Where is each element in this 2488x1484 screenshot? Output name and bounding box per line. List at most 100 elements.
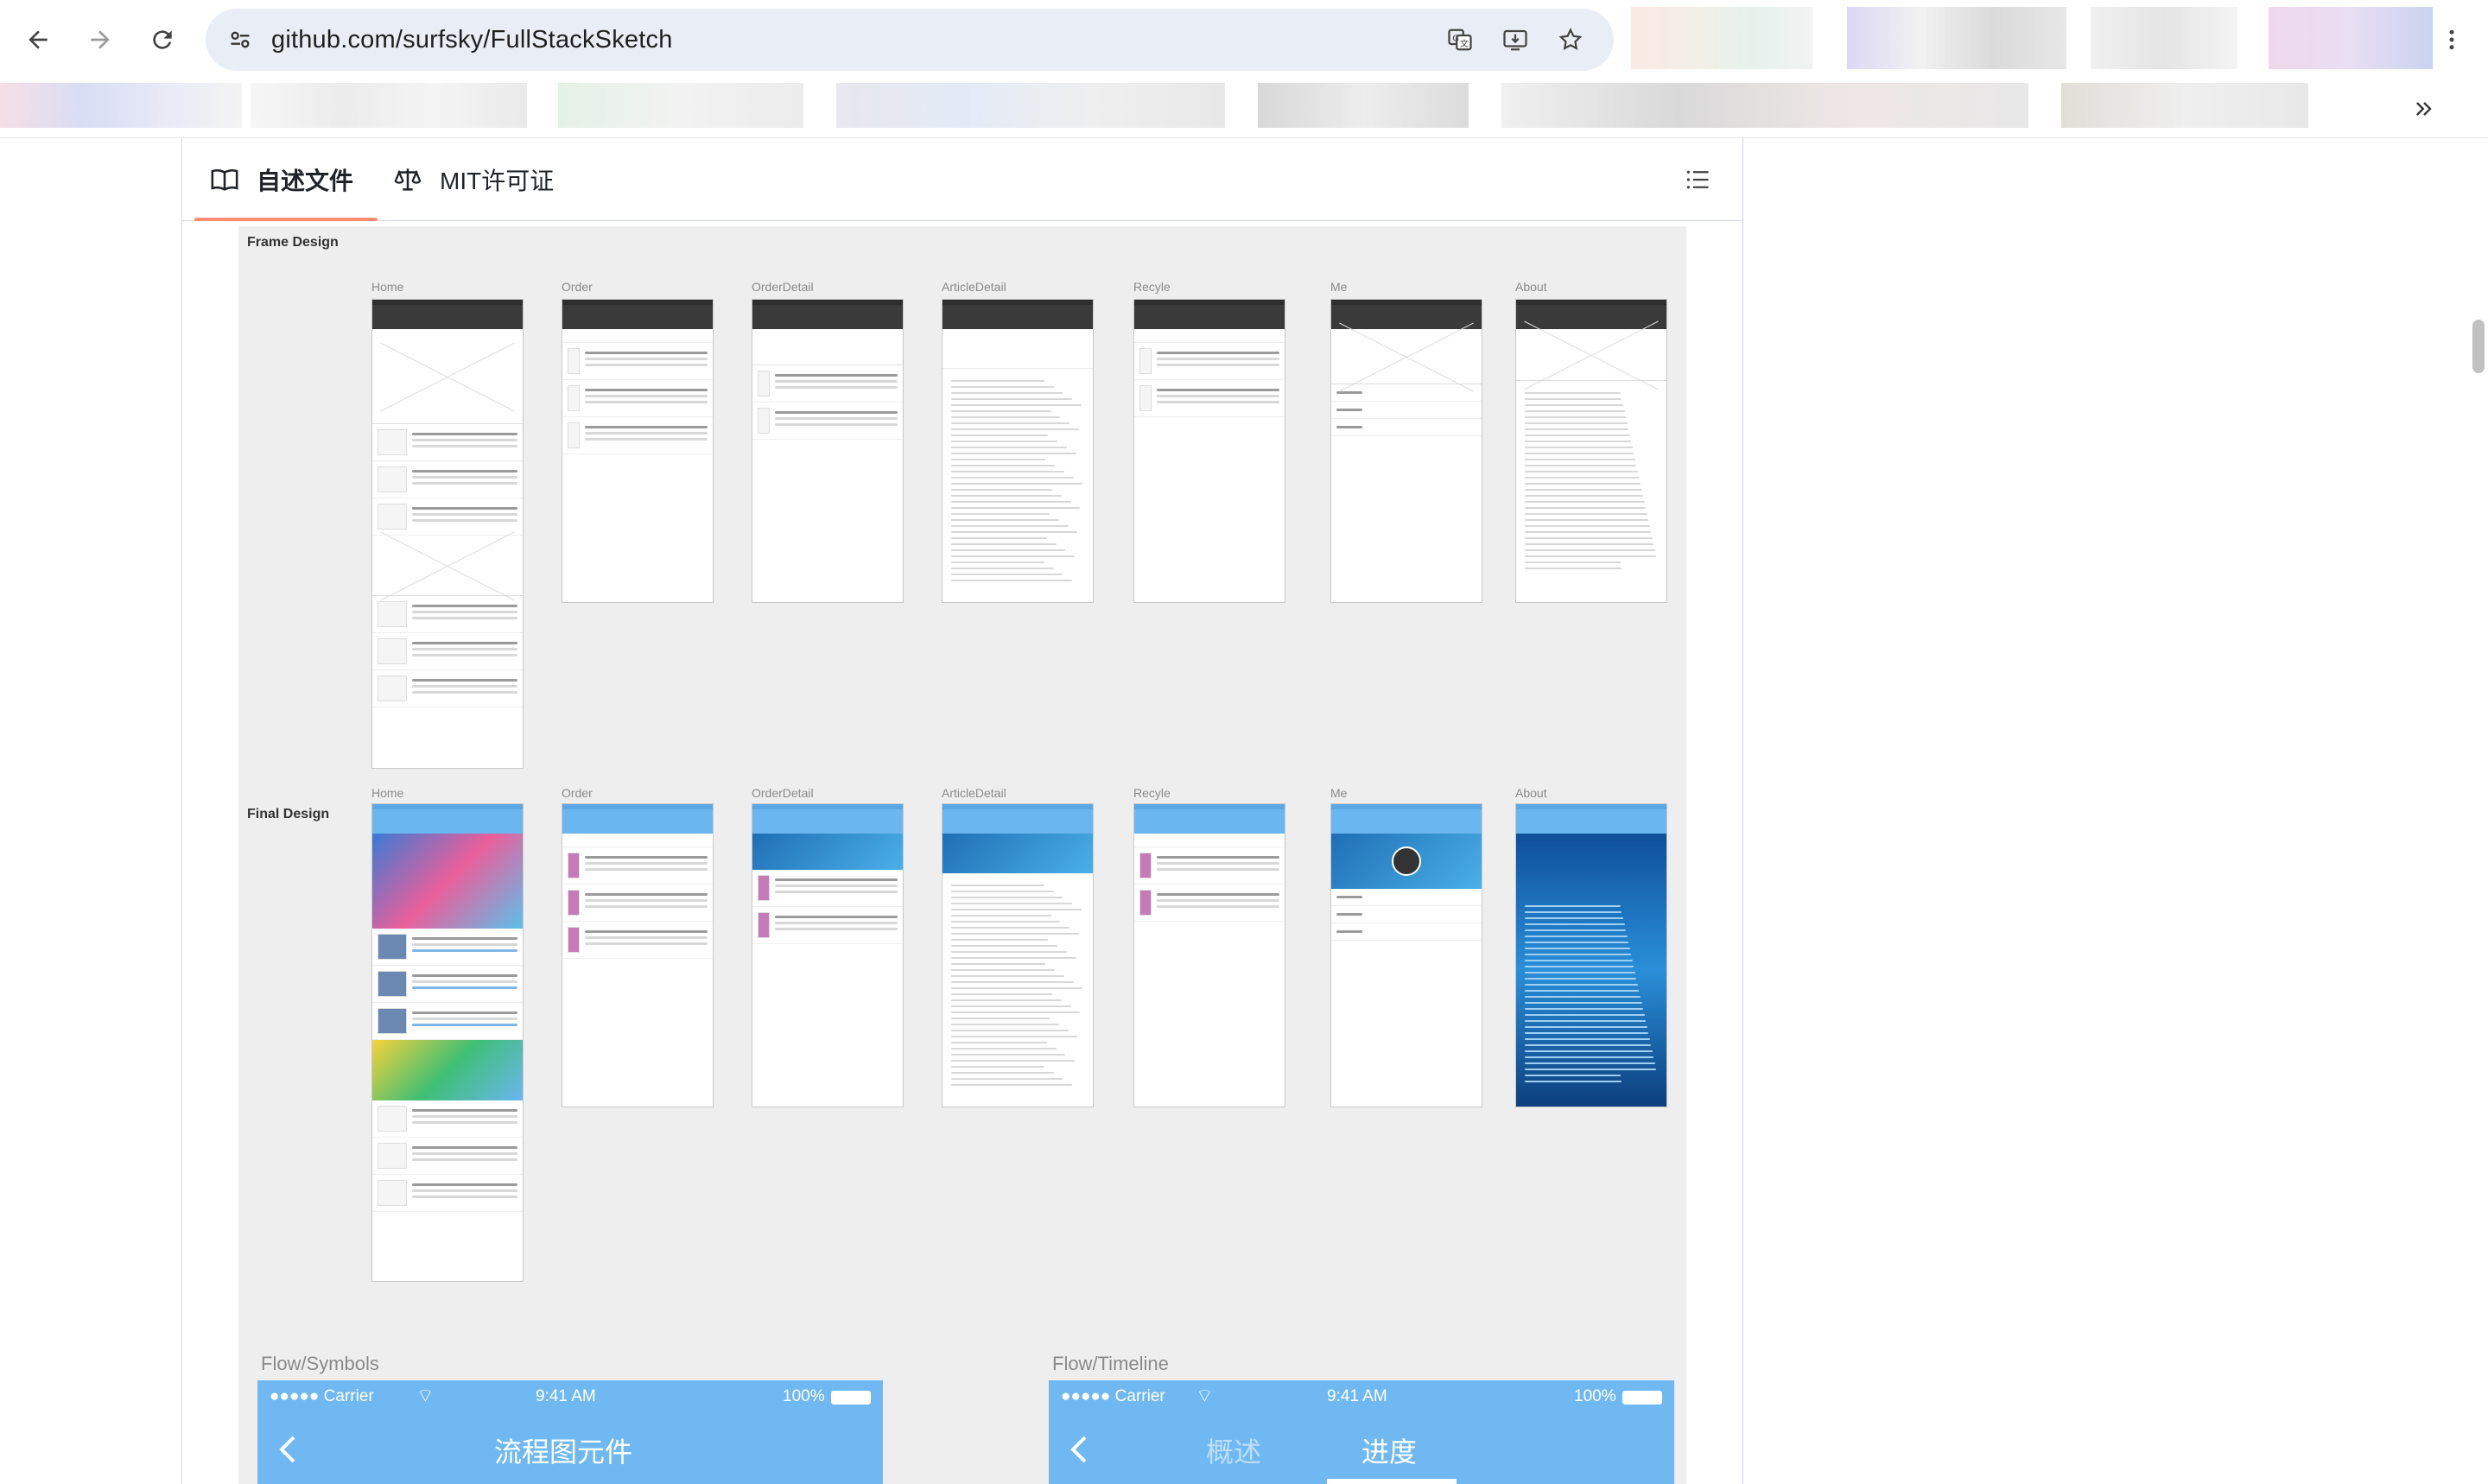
arrow-right-icon — [91, 30, 110, 49]
flow-tab-overview: 概述 — [1206, 1436, 1262, 1468]
screen-label: ArticleDetail — [942, 280, 1006, 294]
battery-icon — [831, 1391, 871, 1405]
frame-screen-mockup — [1515, 299, 1667, 603]
translate-button[interactable]: G 文 — [1441, 21, 1479, 59]
address-bar[interactable]: github.com/surfsky/FullStackSketch G 文 — [206, 9, 1614, 71]
bookmark-star-button[interactable] — [1552, 21, 1590, 59]
wifi-icon: ⌔ — [416, 1385, 435, 1406]
browser-toolbar: github.com/surfsky/FullStackSketch G 文 — [0, 0, 2488, 79]
law-scale-icon — [394, 168, 422, 191]
screen-label: Me — [1330, 280, 1348, 294]
profile-blurred[interactable] — [2269, 7, 2433, 69]
screen-label: Order — [562, 280, 593, 294]
status-bar: ●●●●● Carrier ⌔ 9:41 AM 100% — [1049, 1380, 1674, 1415]
screen-label: ArticleDetail — [942, 786, 1006, 800]
site-info-button[interactable] — [221, 21, 259, 59]
final-screen-mockup — [752, 803, 904, 1107]
svg-text:G: G — [1452, 34, 1459, 43]
screen-label: Home — [371, 786, 404, 800]
more-vertical-icon — [2449, 29, 2454, 50]
bookmark-item-blurred[interactable] — [558, 83, 803, 128]
outline-button[interactable] — [1679, 161, 1717, 199]
install-app-button[interactable] — [1496, 21, 1534, 59]
screen-label: About — [1515, 786, 1547, 800]
wifi-icon: ⌔ — [1196, 1385, 1214, 1406]
bookmark-item-blurred[interactable] — [1258, 83, 1469, 128]
bookmark-item-blurred[interactable] — [2061, 83, 2308, 128]
bookmark-item-blurred[interactable] — [836, 83, 1225, 128]
extension-icons-blurred[interactable] — [1631, 7, 1812, 69]
flow-timeline-label: Flow/Timeline — [1052, 1353, 1169, 1374]
browser-menu-button[interactable] — [2433, 21, 2471, 59]
screen-label: Order — [562, 786, 593, 800]
battery-icon — [1622, 1391, 1662, 1405]
flow-title: 流程图元件 — [494, 1436, 633, 1468]
book-icon — [211, 168, 238, 191]
arrow-left-icon — [29, 30, 48, 49]
battery-text: 100% — [783, 1387, 825, 1405]
final-screen-mockup — [942, 803, 1094, 1107]
frame-screen-mockup — [752, 299, 904, 603]
screen-label: About — [1515, 280, 1547, 294]
page-scrollbar-thumb[interactable] — [2472, 320, 2485, 373]
active-tab-indicator — [194, 218, 378, 221]
screen-label: OrderDetail — [752, 280, 814, 294]
bookmark-item-blurred[interactable] — [1501, 83, 2028, 128]
reload-icon — [153, 30, 172, 49]
svg-text:文: 文 — [1460, 38, 1469, 49]
final-screen-mockup — [1515, 803, 1667, 1107]
battery-text: 100% — [1574, 1387, 1616, 1405]
screen-label: Recyle — [1133, 786, 1171, 800]
back-button[interactable] — [16, 17, 60, 62]
frame-screen-mockup — [942, 299, 1094, 603]
tab-readme-label: 自述文件 — [257, 168, 354, 194]
readme-tabbar: 自述文件 MIT许可证 — [182, 138, 1742, 221]
list-unordered-icon — [1686, 170, 1709, 189]
bookmark-item-blurred[interactable] — [251, 83, 527, 128]
final-screen-mockup — [1330, 803, 1482, 1107]
bookmarks-overflow-button[interactable] — [2407, 92, 2441, 126]
flow-symbols-phone: ●●●●● Carrier ⌔ 9:41 AM 100% 流程图元件 — [257, 1380, 883, 1484]
star-icon — [1558, 28, 1583, 50]
bookmarks-bar — [0, 79, 2488, 138]
forward-button[interactable] — [78, 17, 123, 62]
final-screen-mockup — [562, 803, 714, 1107]
screen-label: Home — [371, 280, 404, 294]
chevron-left-icon — [279, 1436, 295, 1463]
flow-tab-progress: 进度 — [1361, 1436, 1418, 1468]
flow-timeline-phone: ●●●●● Carrier ⌔ 9:41 AM 100% 概述 进度 — [1049, 1380, 1674, 1484]
tab-license[interactable]: MIT许可证 — [393, 138, 554, 221]
final-screen-mockup — [1133, 803, 1285, 1107]
flow-panels-area: Flow/Symbols Flow/Timeline ●●●●● Carrier… — [238, 1339, 1686, 1484]
flow-symbols-label: Flow/Symbols — [261, 1353, 379, 1374]
carrier-text: ●●●●● Carrier — [1061, 1387, 1165, 1405]
translate-icon: G 文 — [1448, 29, 1472, 51]
flow-navbar: 流程图元件 — [257, 1415, 883, 1484]
chevron-left-icon — [1070, 1436, 1087, 1463]
page-content: 自述文件 MIT许可证 Frame Design Final Design Ho… — [0, 138, 2488, 1484]
frame-screen-mockup — [562, 299, 714, 603]
tab-readme[interactable]: 自述文件 — [210, 138, 353, 221]
status-bar: ●●●●● Carrier ⌔ 9:41 AM 100% — [257, 1380, 883, 1415]
final-screen-mockup — [371, 803, 524, 1282]
final-design-label: Final Design — [247, 807, 330, 821]
carrier-text: ●●●●● Carrier — [270, 1387, 374, 1405]
bookmark-item-blurred[interactable] — [0, 83, 242, 128]
reload-button[interactable] — [140, 17, 185, 62]
extension-icons-blurred[interactable] — [2091, 7, 2237, 69]
screen-label: OrderDetail — [752, 786, 814, 800]
frame-screen-mockup — [1133, 299, 1285, 603]
screen-label: Me — [1330, 786, 1348, 800]
extension-icons-blurred[interactable] — [1847, 7, 2066, 69]
time-text: 9:41 AM — [536, 1387, 596, 1405]
flow-tab-indicator — [1327, 1479, 1457, 1484]
frame-screen-mockup — [371, 299, 524, 769]
frame-design-label: Frame Design — [247, 235, 339, 250]
tab-license-label: MIT许可证 — [440, 168, 555, 194]
tune-icon — [231, 31, 250, 48]
install-icon — [1503, 29, 1527, 51]
design-overview-image: Frame Design Final Design Home Order Order… — [238, 226, 1686, 1467]
time-text: 9:41 AM — [1327, 1387, 1387, 1405]
flow-navbar: 概述 进度 — [1049, 1415, 1674, 1484]
url-text[interactable]: github.com/surfsky/FullStackSketch — [271, 9, 673, 71]
